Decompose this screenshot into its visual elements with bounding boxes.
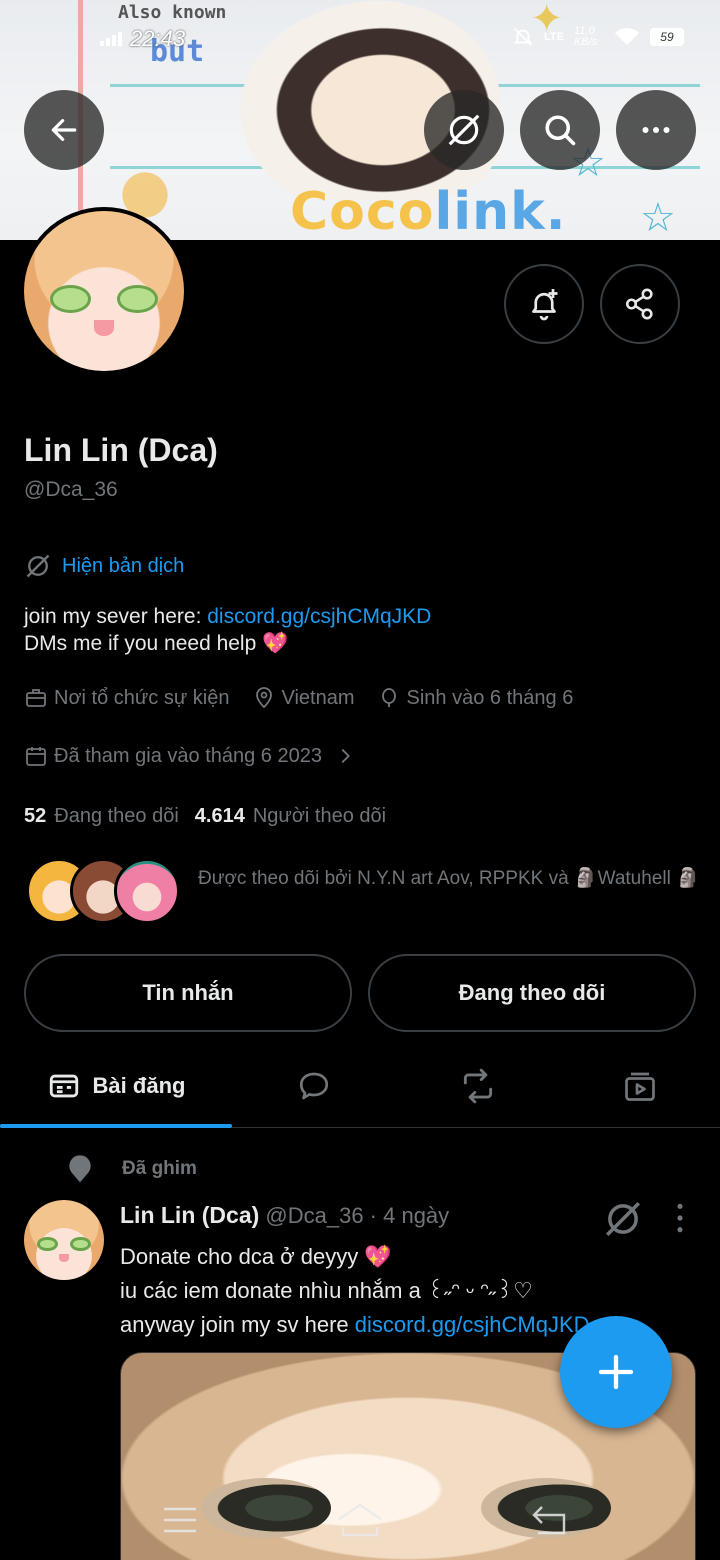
post-link[interactable]: discord.gg/csjhCMqJKD <box>355 1312 590 1337</box>
pin-icon <box>69 1155 91 1183</box>
banner-scribble: Also known <box>118 2 227 23</box>
share-button[interactable] <box>600 264 680 344</box>
avatar-image <box>24 211 184 371</box>
location-pin-icon <box>255 687 272 709</box>
repost-icon <box>463 1068 493 1104</box>
recents-button[interactable] <box>150 1500 210 1540</box>
message-button[interactable]: Tin nhắn <box>24 954 352 1032</box>
tab-reposts[interactable] <box>396 1046 560 1126</box>
net-speed: 11,0 KB/s <box>573 25 598 48</box>
tab-replies[interactable] <box>232 1046 396 1126</box>
media-icon <box>625 1072 655 1101</box>
battery-indicator: 59 <box>649 28 684 46</box>
home-button[interactable] <box>330 1500 390 1540</box>
signal-icon <box>100 32 122 46</box>
post-line: iu các iem donate nhìu nhắm a ꒰˶ᵔ ᵕ ᵔ˶꒱♡ <box>120 1278 533 1303</box>
translate-toggle-button[interactable] <box>424 90 504 170</box>
more-button[interactable] <box>616 90 696 170</box>
mute-bell-icon <box>513 28 533 46</box>
meta-location: Vietnam <box>252 686 355 710</box>
share-icon <box>625 288 653 320</box>
no-translate-icon <box>26 554 50 578</box>
pinned-label: Đã ghim <box>122 1158 197 1179</box>
location-label: Vietnam <box>281 686 355 709</box>
followed-by-text[interactable]: Được theo dõi bởi N.Y.N art Aov, RPPKK v… <box>198 866 703 892</box>
more-vertical-icon[interactable] <box>666 1200 694 1236</box>
back-nav-icon <box>532 1506 566 1535</box>
joined-label: Đã tham gia vào tháng 6 2023 <box>54 744 322 767</box>
system-nav-bar <box>0 1488 720 1560</box>
calendar-icon <box>26 747 46 766</box>
profile-tabs: Bài đăng <box>0 1046 720 1128</box>
network-label: LTE <box>544 31 564 43</box>
briefcase-icon <box>26 689 46 707</box>
avatar-image <box>24 1200 104 1280</box>
bell-plus-icon <box>532 289 558 321</box>
star-icon: ☆ <box>640 196 676 240</box>
post-line: anyway join my sv here <box>120 1312 355 1337</box>
show-translation-link[interactable]: Hiện bản dịch <box>24 552 184 580</box>
profile-avatar[interactable] <box>20 207 188 375</box>
follow-stats: 52 Đang theo dõi 4.614 Người theo dõi <box>24 805 386 828</box>
post-author-avatar[interactable] <box>24 1200 104 1280</box>
post-author-name[interactable]: Lin Lin (Dca) <box>120 1202 259 1228</box>
pinned-indicator: Đã ghim <box>64 1152 197 1186</box>
bio-text: join my sever here: <box>24 605 208 628</box>
active-tab-indicator <box>0 1124 232 1128</box>
notifications-button[interactable] <box>504 264 584 344</box>
banner-wordmark: Cocolink. <box>290 182 567 240</box>
meta-birthday: Sinh vào 6 tháng 6 <box>377 686 574 710</box>
bio-link[interactable]: discord.gg/csjhCMqJKD <box>207 605 431 628</box>
no-translate-icon[interactable] <box>602 1198 644 1240</box>
post-header: Lin Lin (Dca) @Dca_36 · 4 ngày <box>120 1202 449 1229</box>
reply-bubble-icon <box>299 1072 329 1100</box>
meta-category: Nơi tổ chức sự kiện <box>24 686 230 710</box>
bio-text: DMs me if you need help 💖 <box>24 632 289 655</box>
tab-posts[interactable]: Bài đăng <box>0 1046 232 1126</box>
followers-label: Người theo dõi <box>252 805 387 827</box>
joined-date-link[interactable]: Đã tham gia vào tháng 6 2023 <box>24 744 356 768</box>
search-icon <box>545 115 576 146</box>
followers-count: 4.614 <box>194 805 245 827</box>
following-count: 52 <box>24 805 47 827</box>
back-button[interactable] <box>24 90 104 170</box>
more-horizontal-icon <box>642 127 670 133</box>
profile-handle: @Dca_36 <box>24 478 118 501</box>
following-button[interactable]: Đang theo dõi <box>368 954 696 1032</box>
following-stat[interactable]: 52 Đang theo dõi <box>24 805 179 828</box>
following-label: Đang theo dõi <box>54 805 179 827</box>
followers-stat[interactable]: 4.614 Người theo dõi <box>195 805 386 828</box>
profile-meta: Nơi tổ chức sự kiện Vietnam Sinh vào 6 t… <box>24 686 573 710</box>
back-nav-button[interactable] <box>520 1500 580 1540</box>
status-icons: LTE 11,0 KB/s 59 <box>512 26 684 48</box>
plus-icon <box>598 1354 634 1390</box>
status-bar: 22:43 LTE 11,0 KB/s 59 <box>0 22 720 56</box>
home-icon <box>338 1503 382 1537</box>
posts-icon <box>49 1074 78 1098</box>
tab-label: Bài đăng <box>92 1073 186 1098</box>
chevron-right-icon <box>341 748 350 764</box>
profile-name: Lin Lin (Dca) <box>24 432 218 468</box>
avatar <box>114 858 180 924</box>
search-button[interactable] <box>520 90 600 170</box>
arrow-left-icon <box>51 119 77 141</box>
wifi-icon <box>614 28 639 45</box>
balloon-icon <box>381 688 396 707</box>
post-meta: @Dca_36 · 4 ngày <box>259 1203 450 1228</box>
translate-label: Hiện bản dịch <box>62 554 185 577</box>
profile-bio: join my sever here: discord.gg/csjhCMqJK… <box>24 603 431 657</box>
compose-post-button[interactable] <box>560 1316 672 1428</box>
clock: 22:43 <box>130 26 186 51</box>
post-body: Donate cho dca ở deyyy 💖 iu các iem dona… <box>120 1240 590 1342</box>
no-translate-icon <box>448 114 480 146</box>
birthday-label: Sinh vào 6 tháng 6 <box>406 686 574 709</box>
post-line: Donate cho dca ở deyyy 💖 <box>120 1244 392 1269</box>
mutual-followers-avatars[interactable] <box>26 858 186 928</box>
menu-lines-icon <box>164 1507 196 1533</box>
category-label: Nơi tổ chức sự kiện <box>54 686 230 709</box>
tab-media[interactable] <box>560 1046 720 1126</box>
